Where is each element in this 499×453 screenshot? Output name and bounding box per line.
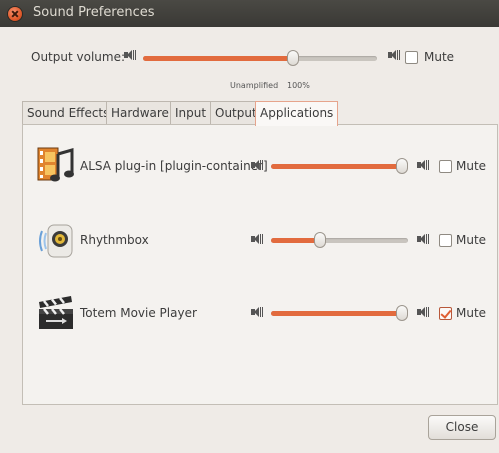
app-volume-max-icon: [417, 159, 429, 171]
app-volume-handle[interactable]: [396, 305, 408, 321]
title-bar[interactable]: Sound Preferences: [0, 0, 499, 27]
app-mute-checkbox-alsa[interactable]: [439, 160, 452, 173]
output-volume-handle[interactable]: [286, 50, 299, 66]
speaker-app-icon: [36, 221, 76, 261]
sound-preferences-window: Sound Preferences Output volume: Mute Un…: [0, 0, 499, 453]
app-volume-fill: [271, 311, 408, 316]
output-mute-checkbox[interactable]: [405, 51, 418, 64]
tab-hardware[interactable]: Hardware: [106, 101, 174, 125]
volume-max-icon: [388, 49, 400, 61]
tab-applications[interactable]: Applications: [255, 101, 339, 126]
app-name-alsa: ALSA plug-in [plugin-container]: [80, 159, 268, 173]
app-volume-handle[interactable]: [314, 232, 327, 248]
app-volume-min-icon: [251, 159, 263, 171]
app-name-rhythmbox: Rhythmbox: [80, 233, 149, 247]
output-volume-slider[interactable]: [143, 50, 377, 66]
unamplified-label: Unamplified: [230, 81, 279, 90]
window-title: Sound Preferences: [33, 5, 155, 20]
app-mute-label-totem: Mute: [456, 306, 487, 320]
output-mute-label: Mute: [424, 50, 455, 64]
app-volume-min-icon: [251, 306, 263, 318]
clapperboard-icon: [36, 293, 76, 333]
app-volume-slider-totem[interactable]: [271, 305, 408, 321]
output-volume-label: Output volume:: [31, 50, 125, 64]
app-mute-label-rhythmbox: Mute: [456, 233, 487, 247]
app-volume-min-icon: [251, 233, 263, 245]
film-music-icon: [36, 144, 76, 184]
app-volume-handle[interactable]: [396, 158, 408, 174]
app-mute-label-alsa: Mute: [456, 159, 487, 173]
percent-label: 100%: [287, 81, 310, 90]
app-mute-checkbox-rhythmbox[interactable]: [439, 234, 452, 247]
close-button[interactable]: Close: [428, 415, 496, 440]
tab-sound-effects[interactable]: Sound Effects: [22, 101, 115, 125]
app-volume-fill: [271, 238, 321, 243]
app-volume-slider-rhythmbox[interactable]: [271, 232, 408, 248]
app-volume-max-icon: [417, 306, 429, 318]
tab-output[interactable]: Output: [210, 101, 262, 125]
app-name-totem: Totem Movie Player: [80, 306, 197, 320]
tab-input[interactable]: Input: [170, 101, 212, 125]
app-volume-max-icon: [417, 233, 429, 245]
app-volume-fill: [271, 164, 408, 169]
volume-min-icon: [124, 49, 136, 61]
output-volume-fill: [143, 56, 293, 61]
app-volume-slider-alsa[interactable]: [271, 158, 408, 174]
app-mute-checkbox-totem[interactable]: [439, 307, 452, 320]
close-icon[interactable]: [8, 7, 22, 21]
